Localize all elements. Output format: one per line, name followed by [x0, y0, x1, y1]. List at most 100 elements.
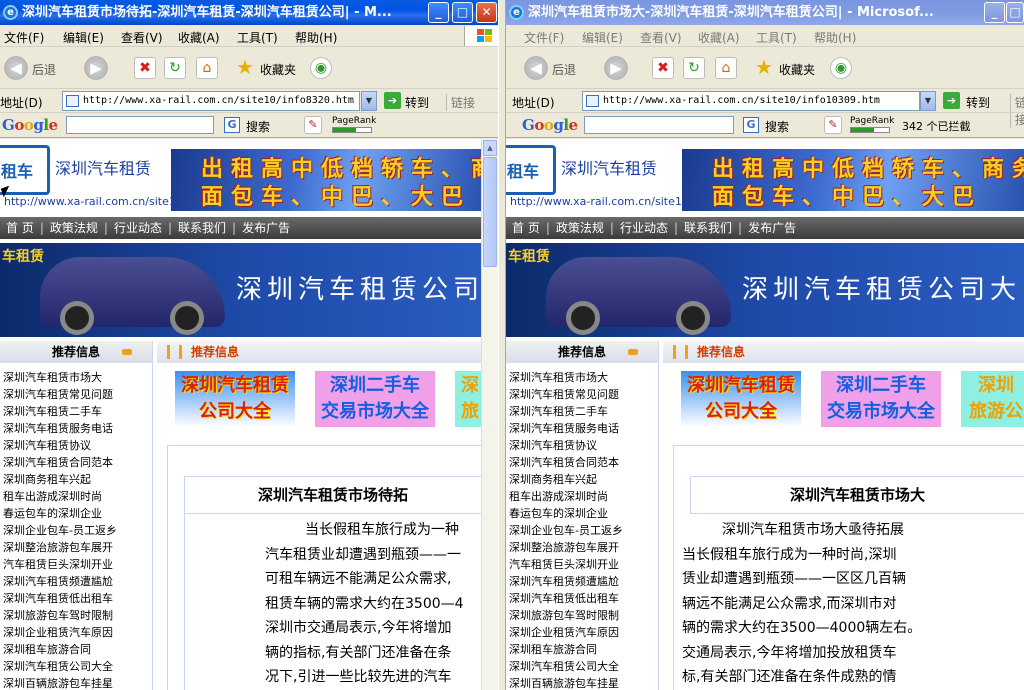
sidebar-link[interactable]: 汽车租赁巨头深圳开业	[506, 556, 658, 573]
sidebar-link[interactable]: 深圳百辆旅游包车挂星	[0, 675, 152, 690]
ad-rental-directory[interactable]: 深圳汽车租赁 公司大全	[681, 371, 801, 427]
ad-travel[interactable]: 深旅	[455, 371, 481, 427]
sidebar-link[interactable]: 深圳企业租赁汽车原因	[506, 624, 658, 641]
google-g-icon[interactable]: G	[743, 117, 759, 133]
stop-icon[interactable]: ✖	[134, 57, 156, 79]
sidebar-link[interactable]: 深圳旅游包车驾时限制	[506, 607, 658, 624]
google-search-input[interactable]	[584, 116, 734, 134]
go-button[interactable]: 转到	[405, 94, 429, 111]
sidebar-link[interactable]: 深圳汽车租赁二手车	[506, 403, 658, 420]
sidebar-link[interactable]: 深圳汽车租赁常见问题	[506, 386, 658, 403]
forward-arrow-icon[interactable]: ▶	[604, 56, 628, 80]
sidebar-link[interactable]: 汽车租赁巨头深圳开业	[0, 556, 152, 573]
address-input[interactable]: http://www.xa-rail.com.cn/site10/info103…	[582, 91, 920, 111]
go-button[interactable]: 转到	[966, 94, 990, 111]
address-dropdown-button[interactable]: ▼	[920, 91, 936, 111]
nav-policy[interactable]: 政策法规	[44, 221, 104, 235]
title-bar[interactable]: e 深圳汽车租赁市场大-深圳汽车租赁-深圳汽车租赁公司| - Microsof.…	[506, 0, 1024, 25]
menu-help[interactable]: 帮助(H)	[814, 29, 856, 46]
favorites-label[interactable]: 收藏夹	[779, 61, 815, 78]
menu-view[interactable]: 查看(V)	[121, 29, 163, 46]
go-arrow-icon[interactable]: ➔	[384, 92, 401, 109]
menu-tools[interactable]: 工具(T)	[756, 29, 797, 46]
sidebar-link[interactable]: 深圳商务租车兴起	[0, 471, 152, 488]
sidebar-link[interactable]: 深圳企业包车-员工返乡	[0, 522, 152, 539]
favorites-label[interactable]: 收藏夹	[260, 61, 296, 78]
menu-help[interactable]: 帮助(H)	[295, 29, 337, 46]
media-icon[interactable]: ◉	[310, 57, 332, 79]
sidebar-link[interactable]: 春运包车的深圳企业	[506, 505, 658, 522]
forward-arrow-icon[interactable]: ▶	[84, 56, 108, 80]
sidebar-link[interactable]: 深圳企业包车-员工返乡	[506, 522, 658, 539]
nav-advertise[interactable]: 发布广告	[236, 221, 296, 235]
scroll-up-icon[interactable]: ▲	[483, 140, 497, 156]
nav-home[interactable]: 首 页	[0, 221, 40, 235]
sidebar-link[interactable]: 深圳汽车租赁协议	[0, 437, 152, 454]
nav-advertise[interactable]: 发布广告	[742, 221, 802, 235]
ad-used-car-market[interactable]: 深圳二手车 交易市场大全	[821, 371, 941, 427]
sidebar-link[interactable]: 深圳汽车租赁频遭尴尬	[0, 573, 152, 590]
site-logo[interactable]: 租车 深圳汽车租赁 http://www.xa-rail.com.cn/site…	[0, 145, 187, 215]
sidebar-link[interactable]: 深圳汽车租赁公司大全	[506, 658, 658, 675]
google-search-button[interactable]: 搜索	[246, 118, 270, 135]
google-g-icon[interactable]: G	[224, 117, 240, 133]
google-search-button[interactable]: 搜索	[765, 118, 789, 135]
sidebar-link[interactable]: 深圳汽车租赁市场大	[506, 369, 658, 386]
google-logo[interactable]: Google	[2, 116, 58, 134]
vertical-scrollbar[interactable]: ▲	[481, 139, 498, 690]
menu-edit[interactable]: 编辑(E)	[582, 29, 623, 46]
go-arrow-icon[interactable]: ➔	[943, 92, 960, 109]
close-button[interactable]: ✕	[476, 2, 497, 23]
nav-home[interactable]: 首 页	[506, 221, 546, 235]
sidebar-link[interactable]: 深圳汽车租赁低出租车	[506, 590, 658, 607]
ad-travel[interactable]: 深圳 旅游公	[961, 371, 1024, 427]
menu-file[interactable]: 文件(F)	[4, 29, 44, 46]
sidebar-link[interactable]: 深圳旅游包车驾时限制	[0, 607, 152, 624]
menu-file[interactable]: 文件(F)	[524, 29, 564, 46]
favorites-star-icon[interactable]: ★	[234, 57, 256, 79]
favorites-star-icon[interactable]: ★	[753, 57, 775, 79]
popup-blocked-count[interactable]: 342 个已拦截	[902, 118, 971, 134]
title-bar[interactable]: e 深圳汽车租赁市场待拓-深圳汽车租赁-深圳汽车租赁公司| - M... _ □…	[0, 0, 498, 25]
maximize-button[interactable]: □	[1006, 2, 1024, 23]
sidebar-link[interactable]: 深圳商务租车兴起	[506, 471, 658, 488]
back-arrow-icon[interactable]: ◀	[4, 56, 28, 80]
back-label[interactable]: 后退	[552, 61, 576, 78]
sidebar-link[interactable]: 春运包车的深圳企业	[0, 505, 152, 522]
address-dropdown-button[interactable]: ▼	[361, 91, 377, 111]
stop-icon[interactable]: ✖	[652, 57, 674, 79]
sidebar-link[interactable]: 深圳汽车租赁频遭尴尬	[506, 573, 658, 590]
sidebar-link[interactable]: 深圳企业租赁汽车原因	[0, 624, 152, 641]
address-input[interactable]: http://www.xa-rail.com.cn/site10/info832…	[62, 91, 360, 111]
sidebar-link[interactable]: 深圳汽车租赁市场大	[0, 369, 152, 386]
nav-contact[interactable]: 联系我们	[678, 221, 738, 235]
refresh-icon[interactable]: ↻	[683, 57, 705, 79]
ad-rental-directory[interactable]: 深圳汽车租赁 公司大全	[175, 371, 295, 427]
news-icon[interactable]: ✎	[304, 116, 322, 134]
nav-contact[interactable]: 联系我们	[172, 221, 232, 235]
sidebar-link[interactable]: 深圳汽车租赁常见问题	[0, 386, 152, 403]
nav-policy[interactable]: 政策法规	[550, 221, 610, 235]
sidebar-link[interactable]: 深圳百辆旅游包车挂星	[506, 675, 658, 690]
top-ad-banner[interactable]: 出租高中低档轿车、商务 面包车、中巴、大巴	[682, 149, 1024, 211]
back-label[interactable]: 后退	[32, 61, 56, 78]
minimize-button[interactable]: _	[984, 2, 1005, 23]
sidebar-link[interactable]: 深圳租车旅游合同	[0, 641, 152, 658]
sidebar-link[interactable]: 深圳租车旅游合同	[506, 641, 658, 658]
nav-industry[interactable]: 行业动态	[614, 221, 674, 235]
sidebar-link[interactable]: 深圳汽车租赁服务电话	[506, 420, 658, 437]
sidebar-link[interactable]: 深圳汽车租赁协议	[506, 437, 658, 454]
google-search-input[interactable]	[66, 116, 214, 134]
site-logo[interactable]: 租车 深圳汽车租赁 http://www.xa-rail.com.cn/site…	[506, 145, 693, 215]
sidebar-link[interactable]: 租车出游成深圳时尚	[0, 488, 152, 505]
sidebar-link[interactable]: 深圳整治旅游包车展开	[506, 539, 658, 556]
news-icon[interactable]: ✎	[824, 116, 842, 134]
sidebar-link[interactable]: 租车出游成深圳时尚	[506, 488, 658, 505]
top-ad-banner[interactable]: 出租高中低档轿车、商 面包车、中巴、大巴	[171, 149, 481, 211]
media-icon[interactable]: ◉	[830, 57, 852, 79]
home-icon[interactable]: ⌂	[196, 57, 218, 79]
menu-favorites[interactable]: 收藏(A)	[698, 29, 740, 46]
sidebar-link[interactable]: 深圳汽车租赁二手车	[0, 403, 152, 420]
menu-view[interactable]: 查看(V)	[640, 29, 682, 46]
sidebar-link[interactable]: 深圳汽车租赁合同范本	[506, 454, 658, 471]
